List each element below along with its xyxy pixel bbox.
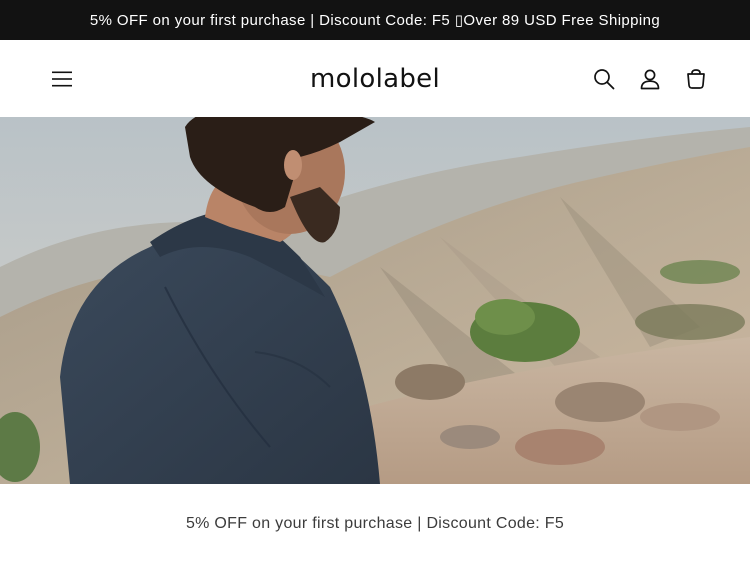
announcement-bar: 5% OFF on your first purchase | Discount… <box>0 0 750 40</box>
cart-icon[interactable] <box>682 65 710 93</box>
site-logo[interactable]: mololabel <box>310 64 440 94</box>
hero-image <box>0 117 750 484</box>
promo-section: 5% OFF on your first purchase | Discount… <box>0 484 750 563</box>
site-header: mololabel <box>0 40 750 117</box>
search-icon[interactable] <box>590 65 618 93</box>
header-icons <box>590 65 710 93</box>
hamburger-menu-icon[interactable] <box>48 65 76 93</box>
hero-banner <box>0 117 750 484</box>
account-icon[interactable] <box>636 65 664 93</box>
promo-text: 5% OFF on your first purchase | Discount… <box>185 514 565 532</box>
announcement-text: 5% OFF on your first purchase | Discount… <box>89 12 661 29</box>
